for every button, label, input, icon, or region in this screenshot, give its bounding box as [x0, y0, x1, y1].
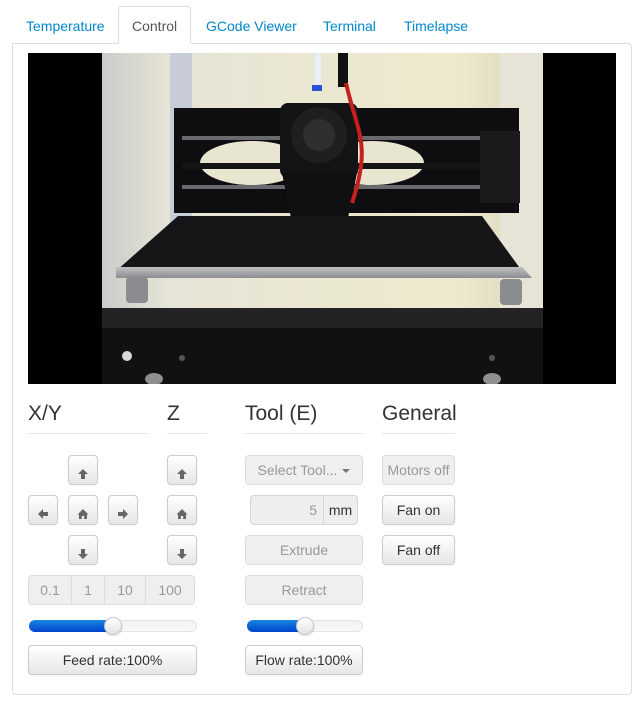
tab-control[interactable]: Control — [118, 6, 192, 44]
extrude-button[interactable]: Extrude — [245, 535, 363, 565]
fan-on-button[interactable]: Fan on — [382, 495, 455, 525]
caret-down-icon — [342, 469, 351, 474]
extrude-amount-input[interactable]: 5 — [250, 495, 324, 525]
jog-z-plus-button[interactable] — [167, 455, 197, 485]
z-heading: Z — [167, 400, 207, 434]
feed-rate-button[interactable]: Feed rate:100% — [28, 645, 197, 675]
flow-rate-button[interactable]: Flow rate:100% — [245, 645, 363, 675]
tab-temperature[interactable]: Temperature — [12, 6, 119, 44]
jog-x-minus-button[interactable] — [28, 495, 58, 525]
jog-y-plus-button[interactable] — [68, 455, 98, 485]
motors-off-button[interactable]: Motors off — [382, 455, 455, 485]
jog-z-minus-button[interactable] — [167, 535, 197, 565]
arrow-up-icon — [177, 469, 187, 479]
tab-gcode-viewer[interactable]: GCode Viewer — [192, 6, 311, 44]
retract-button[interactable]: Retract — [245, 575, 363, 605]
feed-rate-slider-fill — [29, 620, 112, 632]
general-heading: General — [382, 400, 457, 434]
arrow-up-icon — [78, 469, 88, 479]
flow-rate-slider-handle[interactable] — [296, 617, 314, 635]
extrude-amount-group: 5 mm — [250, 495, 358, 525]
feed-rate-slider-handle[interactable] — [104, 617, 122, 635]
arrow-down-icon — [177, 549, 187, 559]
jog-x-plus-button[interactable] — [108, 495, 138, 525]
print-bed — [116, 216, 522, 271]
fan-off-button[interactable]: Fan off — [382, 535, 455, 565]
arrow-right-icon — [118, 509, 128, 519]
home-icon — [176, 509, 188, 519]
arrow-down-icon — [78, 549, 88, 559]
home-xy-button[interactable] — [68, 495, 98, 525]
flow-rate-slider[interactable] — [247, 617, 363, 635]
tab-timelapse[interactable]: Timelapse — [390, 6, 482, 44]
home-icon — [77, 509, 89, 519]
step-size-100[interactable]: 100 — [145, 575, 195, 605]
arrow-left-icon — [38, 509, 48, 519]
webcam-stream — [28, 53, 616, 384]
select-tool-label: Select Tool... — [257, 462, 338, 478]
home-z-button[interactable] — [167, 495, 197, 525]
xy-heading: X/Y — [28, 400, 148, 434]
step-size-1[interactable]: 1 — [71, 575, 105, 605]
tab-bar: Temperature Control GCode Viewer Termina… — [12, 6, 632, 44]
tool-heading: Tool (E) — [245, 400, 363, 434]
select-tool-dropdown[interactable]: Select Tool... — [245, 455, 363, 485]
step-size-10[interactable]: 10 — [104, 575, 146, 605]
extrude-amount-unit: mm — [324, 495, 358, 525]
jog-y-minus-button[interactable] — [68, 535, 98, 565]
feed-rate-slider[interactable] — [29, 617, 197, 635]
tab-terminal[interactable]: Terminal — [309, 6, 390, 44]
jog-step-size-group: 0.1 1 10 100 — [28, 575, 195, 605]
step-size-0.1[interactable]: 0.1 — [28, 575, 72, 605]
webcam-image — [102, 53, 543, 384]
